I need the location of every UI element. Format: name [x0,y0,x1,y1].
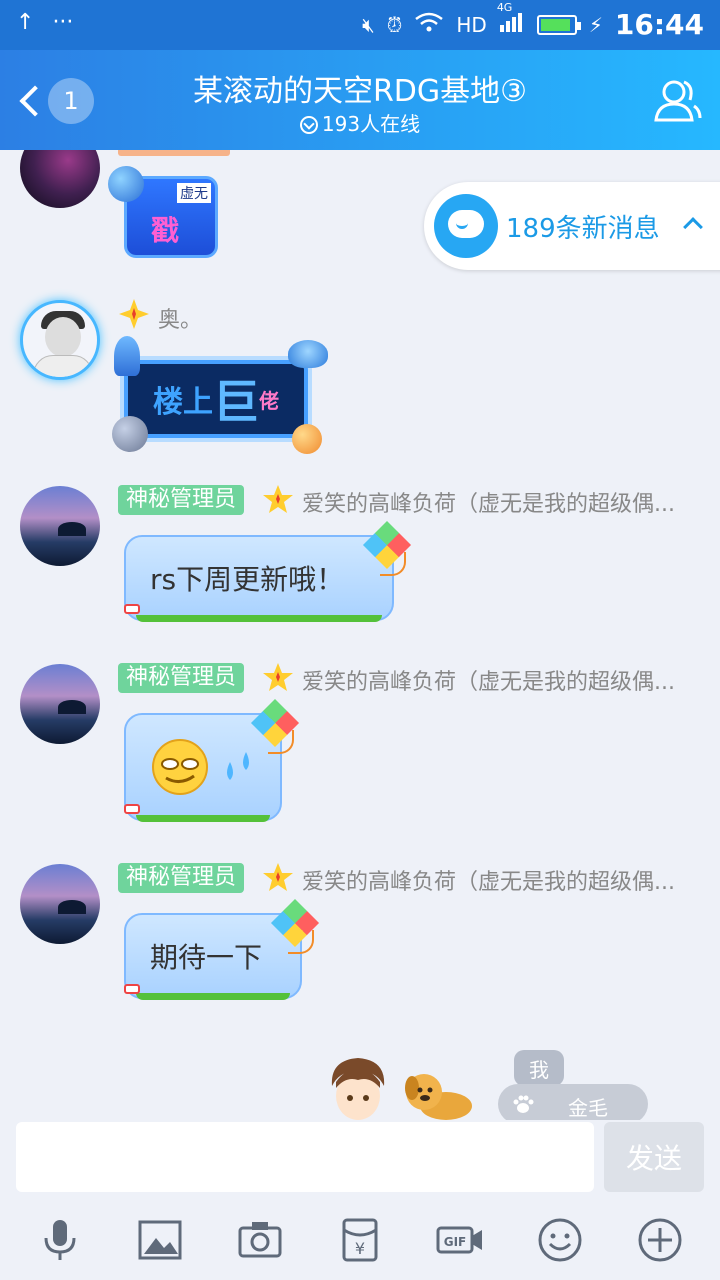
sender-name[interactable]: 奥。 [158,302,202,334]
me-tag: 我 [514,1050,564,1086]
sticker-text: 巨 [213,375,259,429]
sticker-tag: 虚无 [177,183,211,203]
notification-dots: ··· [52,10,74,35]
planet-icon [292,424,322,454]
gif-icon: GIF [436,1226,482,1254]
unread-badge: 1 [48,78,94,124]
megaphone-icon [124,604,140,614]
composer: 发送 [0,1120,720,1200]
status-bar: ↑ ··· 🔇︎ ⏰︎ HD 4G ⚡︎ 16:44 [0,0,720,50]
pet-tag[interactable]: 金毛 [498,1084,648,1124]
role-badge: 神秘管理员 [118,485,245,515]
back-button[interactable]: 1 [14,76,104,126]
new-messages-label: 189条新消息 [506,214,660,244]
star-icon [263,485,293,513]
more-button[interactable] [632,1212,688,1268]
message-bubble[interactable]: rs下周更新哦！ [124,535,394,622]
avatar[interactable] [20,150,100,208]
signal-icon: 4G [497,1,525,38]
ufo-icon [288,340,328,368]
emoji-sweat-icon [152,739,249,795]
sender-name[interactable]: 爱笑的高峰负荷（虚无是我的超级偶... [302,664,706,696]
gif-button[interactable]: GIF [432,1212,488,1268]
sticker-text: 佬 [259,388,279,413]
chevron-up-icon [683,217,703,237]
composer-toolbar: ¥ GIF [0,1200,720,1280]
sender-name[interactable]: 爱笑的高峰负荷（虚无是我的超级偶... [302,486,706,518]
online-count[interactable]: 193人在线 [120,108,600,137]
mute-icon: 🔇︎ [362,12,375,37]
role-badge: 神秘管理员 [118,663,245,693]
paw-icon [513,1095,534,1113]
online-count-label: 193人在线 [321,112,421,136]
sparkle-icon [119,299,149,329]
pet-name: 金毛 [568,1096,608,1120]
chat-bubble-icon [434,194,498,258]
send-button[interactable]: 发送 [604,1122,704,1192]
camera-icon [238,1222,282,1258]
pet-dog-icon[interactable] [398,1068,478,1122]
group-title[interactable]: 某滚动的天空RDG基地③ [120,66,600,110]
rocket-icon [114,336,140,376]
wifi-icon [414,11,444,38]
group-members-button[interactable] [650,74,704,128]
mic-icon [44,1220,76,1260]
megaphone-icon [124,984,140,994]
sender-name[interactable]: 爱笑的高峰负荷（虚无是我的超级偶... [302,864,706,896]
chat-header: 1 某滚动的天空RDG基地③ 193人在线 [0,50,720,150]
message-list[interactable] [0,150,720,1120]
svg-text:GIF: GIF [444,1235,467,1249]
red-packet-icon: ¥ [342,1218,378,1262]
battery-icon [536,14,581,35]
image-icon [138,1220,182,1260]
avatar[interactable] [20,864,100,944]
clock: 16:44 [614,8,704,41]
plus-icon [638,1218,682,1262]
sticker-text: 楼上 [153,385,213,420]
sticker-message[interactable]: 楼上巨佬 [124,360,308,438]
message-input[interactable] [16,1122,594,1192]
alarm-icon: ⏰︎ [386,12,403,37]
new-messages-button[interactable]: 189条新消息 [424,182,720,270]
message-text: 期待一下 [150,941,263,974]
message-text: rs下周更新哦！ [150,563,345,596]
avatar[interactable] [20,664,100,744]
voice-button[interactable] [32,1212,88,1268]
network-type-label: 4G [496,1,513,14]
chevron-down-circle-icon [299,116,318,134]
network-label: HD [456,12,487,37]
image-button[interactable] [132,1212,188,1268]
avatar[interactable] [20,300,100,380]
charging-icon: ⚡︎ [588,12,603,37]
planet-icon [108,166,144,202]
emoji-button[interactable] [532,1212,588,1268]
avatar[interactable] [20,486,100,566]
upload-icon: ↑ [16,10,35,35]
svg-text:¥: ¥ [355,1239,365,1258]
role-badge: 神秘管理员 [118,863,245,893]
star-icon [263,663,293,691]
sticker-glyph: 戳 [151,214,180,247]
members-icon [654,80,702,122]
star-icon [263,863,293,891]
chevron-left-icon [19,85,51,117]
red-packet-button[interactable]: ¥ [332,1212,388,1268]
megaphone-icon [124,804,140,814]
planet-icon [112,416,148,452]
avatar-chibi-icon[interactable] [326,1052,390,1122]
emoji-icon [538,1218,582,1262]
role-badge-cutoff [118,150,230,156]
camera-button[interactable] [232,1212,288,1268]
